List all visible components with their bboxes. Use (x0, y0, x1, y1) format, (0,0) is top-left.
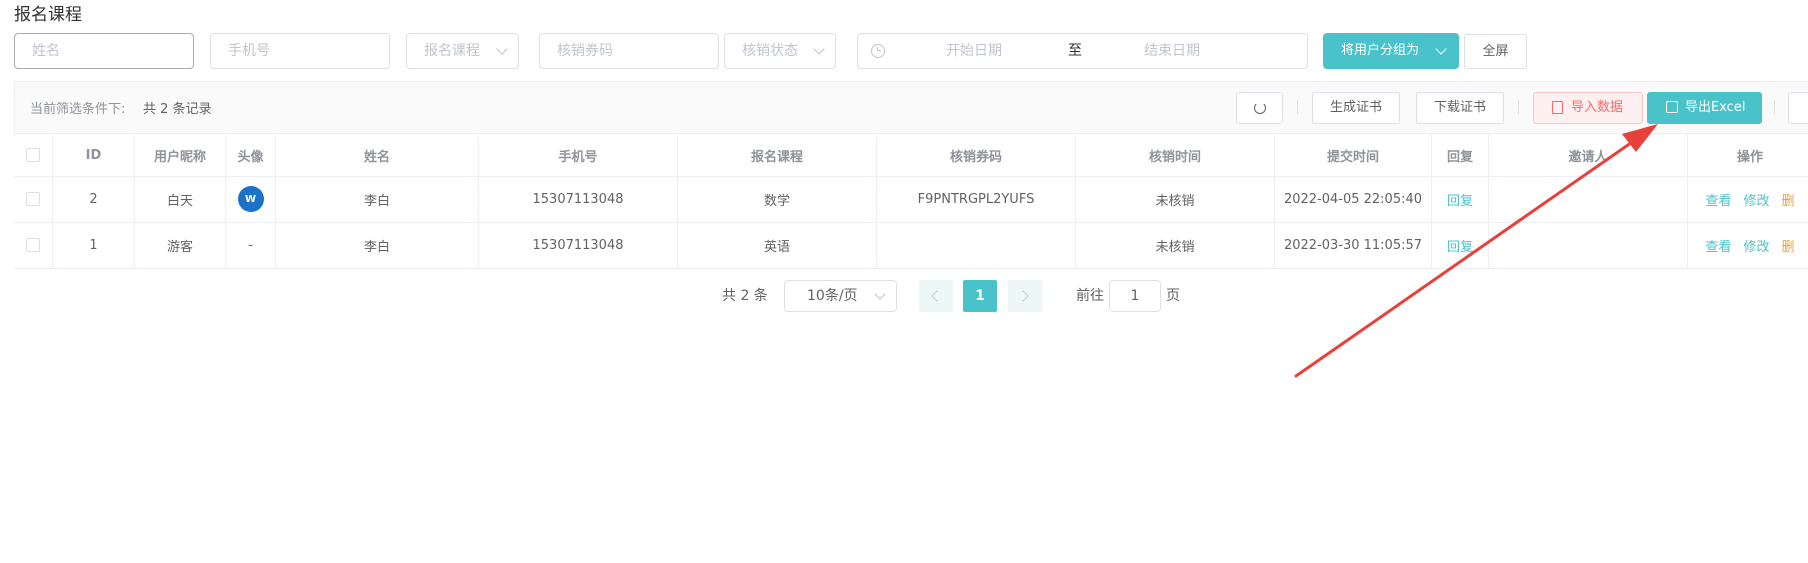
row-select-cell (14, 222, 53, 268)
toolbar-divider (1518, 100, 1519, 114)
coupon-code-placeholder: 核销券码 (557, 43, 613, 59)
course-select-placeholder: 报名课程 (424, 43, 480, 59)
export-icon (1666, 101, 1678, 113)
cell-name: 李白 (276, 222, 479, 268)
group-users-label: 将用户分组为 (1341, 43, 1420, 58)
page-size-value: 10条/页 (807, 288, 858, 304)
chevron-down-icon (813, 43, 825, 55)
header-nickname: 用户昵称 (135, 134, 226, 176)
header-course: 报名课程 (678, 134, 877, 176)
row-select-cell (14, 176, 53, 222)
clock-icon (871, 44, 885, 58)
phone-input[interactable]: 手机号 (210, 33, 390, 69)
cell-course: 英语 (678, 222, 877, 268)
delete-link[interactable]: 删 (1782, 236, 1795, 255)
cell-nickname: 游客 (135, 222, 226, 268)
chevron-down-icon (496, 43, 508, 55)
toolbar-more-button[interactable] (1788, 92, 1808, 124)
import-icon (1552, 101, 1563, 114)
start-date-placeholder[interactable]: 开始日期 (946, 34, 1002, 68)
view-link[interactable]: 查看 (1705, 190, 1731, 209)
cell-phone: 15307113048 (479, 176, 678, 222)
cell-actions: 查看 修改 删 (1688, 176, 1808, 222)
record-count: 共 2 条记录 (143, 102, 212, 117)
cell-coupon: F9PNTRGPL2YUFS (877, 176, 1076, 222)
cell-nickname: 白天 (135, 176, 226, 222)
refresh-button[interactable] (1236, 92, 1283, 124)
page-suffix-label: 页 (1166, 288, 1180, 304)
toolbar-divider (1297, 100, 1298, 114)
cell-phone: 15307113048 (479, 222, 678, 268)
cell-actions: 查看 修改 删 (1688, 222, 1808, 268)
annotation-arrow-icon (1294, 124, 1658, 378)
header-phone: 手机号 (479, 134, 678, 176)
cell-course: 数学 (678, 176, 877, 222)
cell-verify-time: 未核销 (1076, 222, 1275, 268)
fullscreen-button[interactable]: 全屏 (1464, 34, 1527, 69)
name-input[interactable]: 姓名 (14, 33, 194, 69)
coupon-code-input[interactable]: 核销券码 (539, 33, 719, 69)
export-excel-label: 导出Excel (1685, 100, 1746, 115)
refresh-icon (1254, 102, 1266, 114)
goto-page-input[interactable]: 1 (1109, 280, 1161, 312)
select-all-cell (14, 134, 53, 176)
phone-input-placeholder: 手机号 (228, 43, 270, 59)
header-coupon: 核销券码 (877, 134, 1076, 176)
edit-link[interactable]: 修改 (1743, 236, 1769, 255)
page-number-current[interactable]: 1 (963, 280, 997, 312)
select-all-checkbox[interactable] (26, 148, 40, 162)
toolbar-divider (1774, 100, 1775, 114)
edit-link[interactable]: 修改 (1743, 190, 1769, 209)
date-range-separator: 至 (1068, 43, 1082, 59)
next-page-button[interactable] (1008, 280, 1042, 312)
cell-avatar: W (226, 176, 276, 222)
avatar: W (237, 186, 264, 212)
chevron-down-icon (1435, 43, 1447, 55)
cell-id: 1 (53, 222, 135, 268)
row-checkbox[interactable] (26, 192, 40, 206)
end-date-placeholder[interactable]: 结束日期 (1144, 34, 1200, 68)
chevron-down-icon (874, 288, 886, 300)
verify-status-select[interactable]: 核销状态 (724, 33, 836, 69)
header-id: ID (53, 134, 135, 176)
pagination-total: 共 2 条 (722, 288, 768, 304)
verify-status-placeholder: 核销状态 (742, 43, 798, 59)
date-range-picker[interactable]: 开始日期 至 结束日期 (857, 33, 1308, 69)
cell-id: 2 (53, 176, 135, 222)
cell-verify-time: 未核销 (1076, 176, 1275, 222)
cell-avatar: - (226, 222, 276, 268)
filter-condition-label: 当前筛选条件下: (30, 102, 126, 117)
header-actions: 操作 (1688, 134, 1808, 176)
group-users-button[interactable]: 将用户分组为 (1323, 33, 1459, 69)
name-input-placeholder: 姓名 (32, 43, 60, 59)
page-size-select[interactable]: 10条/页 (784, 280, 897, 312)
delete-link[interactable]: 删 (1782, 190, 1795, 209)
header-avatar: 头像 (226, 134, 276, 176)
cell-name: 李白 (276, 176, 479, 222)
header-verify-time: 核销时间 (1076, 134, 1275, 176)
header-name: 姓名 (276, 134, 479, 176)
goto-label: 前往 (1076, 288, 1104, 304)
view-link[interactable]: 查看 (1705, 236, 1731, 255)
page-title: 报名课程 (14, 5, 82, 25)
course-select[interactable]: 报名课程 (406, 33, 519, 69)
row-checkbox[interactable] (26, 238, 40, 252)
chevron-right-icon (1017, 290, 1029, 302)
prev-page-button[interactable] (919, 280, 953, 312)
cell-coupon (877, 222, 1076, 268)
chevron-left-icon (931, 290, 943, 302)
